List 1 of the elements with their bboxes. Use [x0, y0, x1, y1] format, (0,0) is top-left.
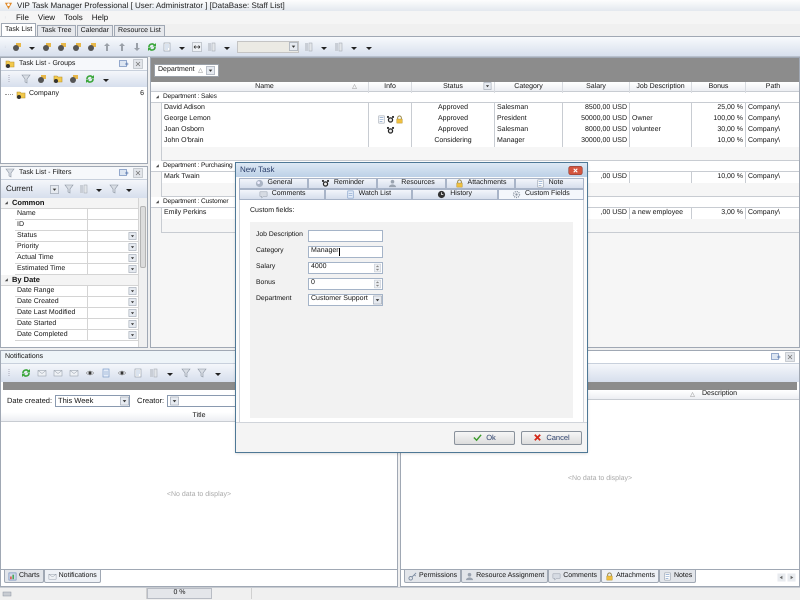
window-title: VIP Task Manager Professional [ User: Administrator ] [DataBase: Staff List] [17, 0, 285, 12]
